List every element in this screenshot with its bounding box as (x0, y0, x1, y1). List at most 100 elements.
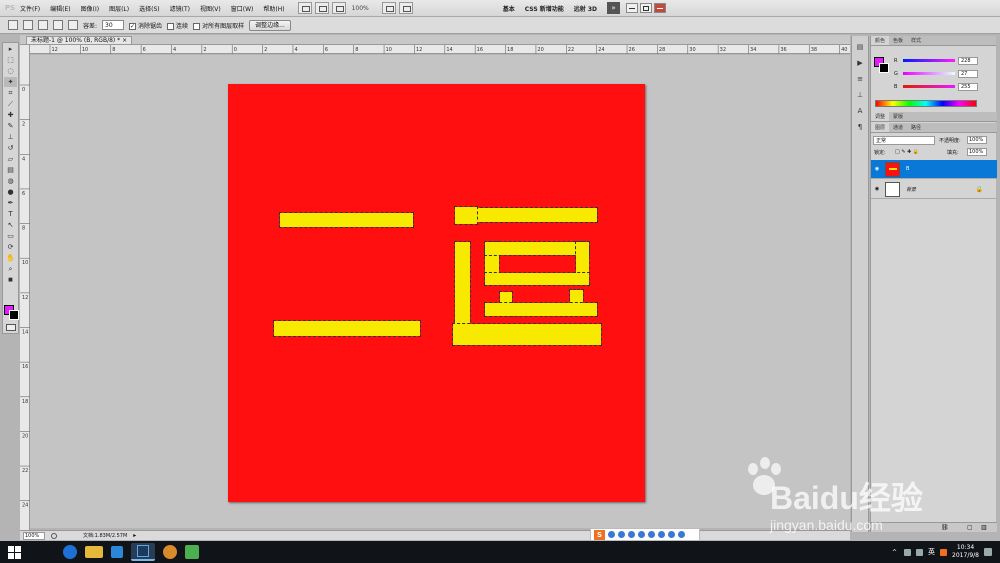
document-close-icon[interactable]: × (122, 37, 127, 44)
action-center-icon[interactable] (984, 548, 992, 556)
minimize-button[interactable] (626, 3, 638, 13)
antialias-checkbox[interactable]: ✓ (129, 22, 137, 30)
contiguous-option[interactable]: 连续 (167, 21, 188, 30)
ime-punctuation-icon[interactable] (618, 531, 625, 538)
tab-styles[interactable]: 样式 (907, 36, 925, 45)
document-tab[interactable]: 未标题-1 @ 100% (B, RGB/8) * × (26, 36, 133, 45)
paragraph-panel-icon[interactable]: ¶ (855, 123, 866, 132)
layer-row-b[interactable]: ◉ B (871, 160, 997, 179)
photoshop-taskbar-icon[interactable] (131, 543, 155, 561)
healing-brush-tool-icon[interactable]: ✚ (4, 110, 17, 120)
add-selection-icon[interactable] (38, 20, 48, 30)
layer-b-visibility-icon[interactable]: ◉ (873, 166, 881, 172)
menu-select[interactable]: 选择(S) (139, 4, 160, 13)
red-slider[interactable] (903, 59, 955, 62)
magic-wand-tool-icon[interactable]: ✦ (4, 77, 17, 87)
lock-icons[interactable]: □ ✎ ✚ 🔒 (895, 149, 919, 155)
color-panel-background-swatch[interactable] (879, 63, 889, 73)
ime-settings-icon[interactable] (678, 531, 685, 538)
menu-view[interactable]: 视图(V) (200, 4, 221, 13)
file-explorer-icon[interactable] (85, 546, 103, 558)
blue-value[interactable]: 255 (958, 82, 978, 91)
color-spectrum-bar[interactable] (875, 100, 977, 107)
ime-user-icon[interactable] (658, 531, 665, 538)
zoom-level-select[interactable]: 100% (352, 5, 369, 12)
quick-mask-icon[interactable] (6, 324, 16, 331)
edge-icon[interactable] (63, 545, 77, 559)
lasso-tool-icon[interactable]: ◌ (4, 66, 17, 76)
move-tool-icon[interactable]: ▸ (4, 44, 17, 54)
status-zoom-field[interactable]: 100% (23, 531, 45, 540)
zoom-tool-icon[interactable]: ⌕ (4, 264, 17, 274)
brush-tool-icon[interactable]: ✎ (4, 121, 17, 131)
taskbar-clock[interactable]: 10:34 2017/9/8 (952, 544, 979, 560)
dodge-tool-icon[interactable]: ● (4, 187, 17, 197)
marquee-tool-icon[interactable]: ⬚ (4, 55, 17, 65)
tab-swatches[interactable]: 色板 (889, 36, 907, 45)
sample-all-checkbox[interactable] (193, 22, 201, 30)
refine-edge-button[interactable]: 调整边缘... (249, 19, 291, 31)
start-button[interactable] (5, 543, 23, 561)
type-tool-icon[interactable]: T (4, 209, 17, 219)
green-app-icon[interactable] (185, 545, 199, 559)
close-button[interactable] (654, 3, 666, 13)
tray-language[interactable]: 英 (928, 547, 935, 557)
character-panel-icon[interactable]: A (855, 107, 866, 116)
document-canvas[interactable] (228, 84, 645, 502)
blue-slider[interactable] (903, 85, 955, 88)
layer-b-name[interactable]: B (906, 166, 909, 172)
actions-panel-icon[interactable]: ▶ (855, 59, 866, 68)
tab-adjustments[interactable]: 调整 (871, 112, 890, 121)
store-icon[interactable] (111, 546, 123, 558)
tab-layers[interactable]: 图层 (871, 123, 890, 132)
menu-layer[interactable]: 图层(L) (109, 4, 129, 13)
history-panel-icon[interactable]: ▤ (855, 43, 866, 52)
magic-wand-preset-icon[interactable] (8, 20, 18, 30)
tab-color[interactable]: 颜色 (871, 36, 890, 45)
workspace-css[interactable]: CSS 新增功能 (525, 4, 564, 13)
ime-skin-icon[interactable] (668, 531, 675, 538)
eyedropper-tool-icon[interactable]: ⟋ (4, 99, 17, 109)
clone-source-panel-icon[interactable]: ⊥ (855, 91, 866, 100)
new-selection-icon[interactable] (23, 20, 33, 30)
layer-row-background[interactable]: ◉ 背景 🔒 (871, 180, 997, 199)
shape-tool-icon[interactable]: ▭ (4, 231, 17, 241)
history-brush-tool-icon[interactable]: ↺ (4, 143, 17, 153)
crop-tool-icon[interactable]: ⌗ (4, 88, 17, 98)
menu-edit[interactable]: 编辑(E) (50, 4, 70, 13)
menu-image[interactable]: 图像(I) (81, 4, 99, 13)
new-layer-icon[interactable]: ▢ (967, 524, 973, 531)
gradient-tool-icon[interactable]: ▤ (4, 165, 17, 175)
menu-file[interactable]: 文件(F) (20, 4, 40, 13)
green-slider[interactable] (903, 72, 955, 75)
pen-tool-icon[interactable]: ✒ (4, 198, 17, 208)
status-info-icon[interactable] (51, 532, 57, 539)
green-value[interactable]: 27 (958, 69, 978, 78)
more-workspaces-button[interactable]: » (607, 2, 620, 14)
contiguous-checkbox[interactable] (167, 22, 175, 30)
opacity-input[interactable]: 100% (967, 136, 987, 144)
default-colors-icon[interactable]: ■ (4, 275, 17, 285)
ime-mode-icon[interactable] (608, 531, 615, 538)
layer-background-name[interactable]: 背景 (906, 186, 916, 193)
ime-voice-icon[interactable] (638, 531, 645, 538)
menu-help[interactable]: 帮助(H) (263, 4, 284, 13)
sogou-logo-icon[interactable]: S (594, 529, 605, 540)
ime-keyboard-icon[interactable] (648, 531, 655, 538)
tab-channels[interactable]: 通道 (889, 123, 907, 132)
launch-bridge-button[interactable] (297, 2, 312, 14)
background-color-swatch[interactable] (9, 310, 19, 320)
3d-rotate-tool-icon[interactable]: ⟳ (4, 242, 17, 252)
status-menu-icon[interactable]: ▸ (133, 532, 136, 539)
subtract-selection-icon[interactable] (53, 20, 63, 30)
arrange-documents-button[interactable] (381, 2, 396, 14)
ime-emoji-icon[interactable] (628, 531, 635, 538)
screen-mode-button[interactable] (398, 2, 413, 14)
tray-ime-icon[interactable] (940, 548, 948, 556)
menu-filter[interactable]: 滤镜(T) (170, 4, 190, 13)
brushes-panel-icon[interactable]: ≡ (855, 75, 866, 84)
tray-up-arrow-icon[interactable]: ^ (892, 549, 899, 556)
sample-all-option[interactable]: 对所有图层取样 (193, 21, 244, 30)
antialias-option[interactable]: ✓ 消除锯齿 (129, 21, 162, 30)
eraser-tool-icon[interactable]: ▱ (4, 154, 17, 164)
